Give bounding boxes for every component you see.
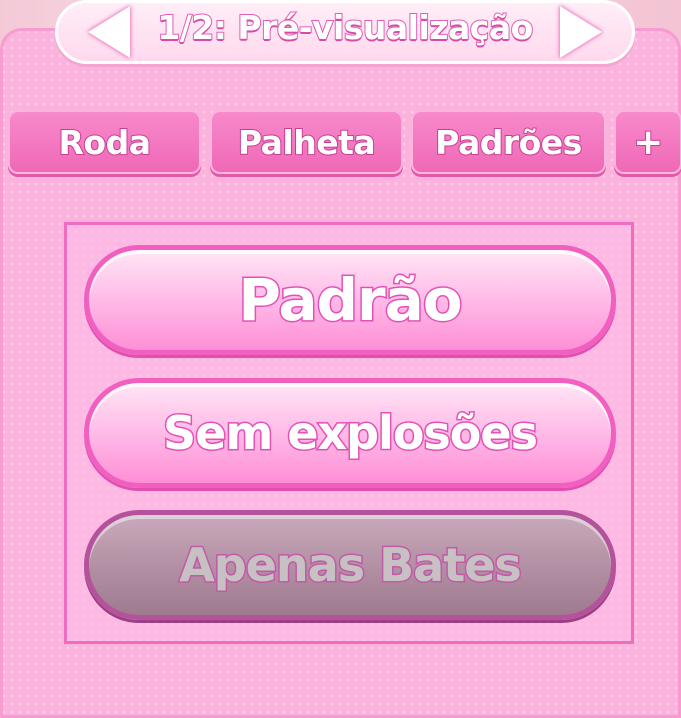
- option-sem-explosoes-button[interactable]: Sem explosões: [84, 378, 616, 488]
- triangle-right-icon[interactable]: [560, 6, 602, 58]
- preview-panel: Roda Palheta Padrões + Padrão Sem explos…: [0, 28, 681, 718]
- option-apenas-bates-label: Apenas Bates: [178, 537, 524, 594]
- option-padrao-button[interactable]: Padrão: [84, 245, 616, 355]
- page-title: 1/2: Pré-visualização: [156, 7, 534, 48]
- tab-padroes-label: Padrões: [434, 122, 583, 163]
- plus-icon: +: [632, 121, 664, 164]
- tab-palheta-label: Palheta: [237, 122, 377, 163]
- option-apenas-bates-button[interactable]: Apenas Bates: [84, 510, 616, 620]
- options-box: Padrão Sem explosões Apenas Bates: [64, 222, 634, 644]
- tab-palheta[interactable]: Palheta: [210, 110, 403, 174]
- option-sem-explosoes-label: Sem explosões: [161, 405, 539, 462]
- option-padrao-label: Padrão: [237, 265, 464, 336]
- tab-more-button[interactable]: +: [614, 110, 681, 174]
- tab-roda[interactable]: Roda: [8, 110, 201, 174]
- tab-roda-label: Roda: [58, 122, 152, 163]
- tab-padroes[interactable]: Padrões: [411, 110, 606, 174]
- triangle-left-icon[interactable]: [88, 6, 130, 58]
